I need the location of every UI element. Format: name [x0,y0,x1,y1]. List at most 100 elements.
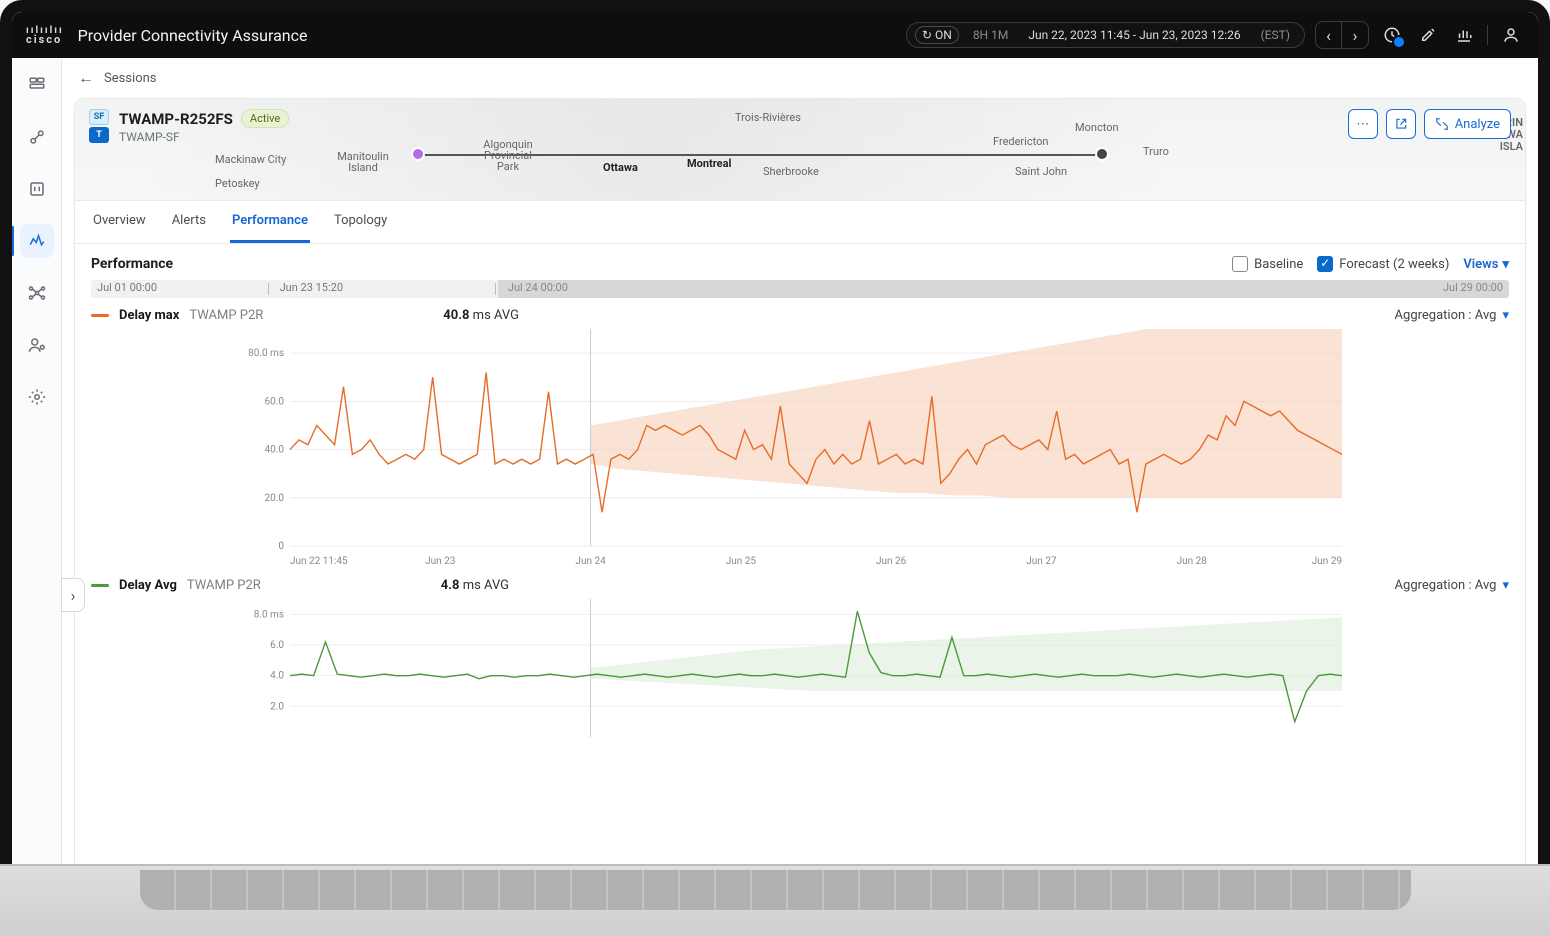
back-icon[interactable]: ← [78,68,94,88]
map-label: Saint John [1015,165,1067,178]
source-icon: SF [89,109,109,125]
svg-text:40.0: 40.0 [265,445,285,456]
session-card: Mackinaw City Manitoulin Island Petoskey… [74,98,1526,912]
analyze-button[interactable]: Analyze [1424,109,1511,139]
svg-text:6.0: 6.0 [270,640,284,651]
nav-link-icon[interactable] [20,120,54,154]
session-title: TWAMP-R252FS [119,110,233,128]
svg-text:Jun 28: Jun 28 [1177,556,1208,567]
chart-svg[interactable]: 2.0 4.0 6.0 8.0 ms [91,593,1509,743]
product-title: Provider Connectivity Assurance [78,26,308,45]
map-label: Trois-Rivières [735,111,801,124]
session-subtitle: TWAMP-SF [119,130,289,144]
svg-text:2.0: 2.0 [270,701,284,712]
svg-text:4.0: 4.0 [270,671,284,682]
map-label: Truro [1143,145,1169,158]
svg-text:20.0: 20.0 [265,493,285,504]
svg-text:Jun 22 11:45: Jun 22 11:45 [290,556,348,567]
range-label: Jun 22, 2023 11:45 - Jun 23, 2023 12:26 [1022,27,1246,43]
tab-overview[interactable]: Overview [91,201,148,243]
map-label: Sherbrooke [763,165,819,178]
ruler-label: Jun 23 15:20 [280,281,343,294]
svg-text:60.0: 60.0 [265,396,285,407]
time-nav-arrows: ‹ › [1315,21,1369,49]
tab-topology[interactable]: Topology [332,201,389,243]
svg-text:8.0 ms: 8.0 ms [254,609,284,620]
map-label: Petoskey [215,177,260,190]
time-ruler[interactable]: Jul 01 00:00 Jun 23 15:20 Jul 24 00:00 J… [91,280,1509,298]
nav-users-icon[interactable] [20,328,54,362]
session-tabs: Overview Alerts Performance Topology [75,201,1525,244]
svg-text:Jun 29: Jun 29 [1312,556,1342,567]
svg-text:Jun 27: Jun 27 [1026,556,1057,567]
session-type-icons: SF T [89,109,109,144]
time-range-picker[interactable]: ↻ ON 8H 1M Jun 22, 2023 11:45 - Jun 23, … [906,22,1305,48]
nav-dashboard-icon[interactable] [20,68,54,102]
clock-status-icon[interactable] [1379,22,1405,48]
map-label: Manitoulin Island [333,151,393,173]
map-label: Moncton [1075,121,1119,134]
tools-icon[interactable] [1415,22,1441,48]
legend-title: Delay max [119,308,179,323]
aggregation-dropdown[interactable]: Aggregation : Avg ▾ [1395,308,1509,323]
nav-device-icon[interactable] [20,172,54,206]
svg-text:80.0 ms: 80.0 ms [248,348,284,359]
sidebar-expander-button[interactable]: › [61,578,85,612]
map-node-source[interactable] [413,149,423,159]
perf-title: Performance [91,256,173,272]
chart-delay-avg: Delay Avg TWAMP P2R 4.8 ms AVG Aggregati… [75,574,1525,743]
forecast-checkbox[interactable]: Forecast (2 weeks) [1317,256,1449,272]
svg-text:Jun 23: Jun 23 [425,556,455,567]
status-badge: Active [241,109,289,128]
card-header-map: Mackinaw City Manitoulin Island Petoskey… [75,99,1525,201]
aggregation-dropdown[interactable]: Aggregation : Avg ▾ [1395,578,1509,593]
chart-svg[interactable]: 0 20.0 40.0 60.0 80.0 ms Jun 22 11:45 Jun 23 Ju… [91,323,1509,568]
chart-avg-stat: 4.8 ms AVG [441,578,509,593]
laptop-keyboard-decoration [0,864,1550,936]
map-label: Mackinaw City [215,153,286,166]
svg-text:0: 0 [278,541,284,552]
breadcrumb-label: Sessions [104,71,157,86]
more-button[interactable]: ⋯ [1348,109,1378,139]
baseline-input[interactable] [1232,256,1248,272]
legend-swatch [91,584,109,587]
nav-performance-icon[interactable] [20,224,54,258]
legend-title: Delay Avg [119,578,177,593]
map-label: Fredericton [993,135,1048,148]
svg-text:Jun 24: Jun 24 [575,556,606,567]
duration-label: 8H 1M [967,27,1015,43]
global-header: ıılıılıı cisco Provider Connectivity Ass… [12,12,1538,58]
time-next-button[interactable]: › [1342,22,1368,48]
nav-settings-icon[interactable] [20,380,54,414]
open-external-button[interactable] [1386,109,1416,139]
ruler-label: Jul 24 00:00 [508,281,568,294]
svg-text:Jun 26: Jun 26 [876,556,907,567]
auto-refresh-toggle[interactable]: ↻ ON [915,26,959,44]
svg-text:Jun 25: Jun 25 [726,556,757,567]
tab-alerts[interactable]: Alerts [170,201,208,243]
baseline-checkbox[interactable]: Baseline [1232,256,1303,272]
nav-topology-icon[interactable] [20,276,54,310]
legend-swatch [91,314,109,317]
target-icon: T [89,127,109,143]
map-node-dest[interactable] [1097,149,1107,159]
user-profile-icon[interactable] [1498,22,1524,48]
time-prev-button[interactable]: ‹ [1316,22,1342,48]
chart-avg-stat: 40.8 ms AVG [443,308,519,323]
legend-sub: TWAMP P2R [189,308,263,323]
legend-sub: TWAMP P2R [187,578,261,593]
perf-toolbar: Performance Baseline Forecast (2 weeks) [75,244,1525,278]
bar-chart-icon[interactable] [1451,22,1477,48]
tab-performance[interactable]: Performance [230,201,310,243]
chart-delay-max: Delay max TWAMP P2R 40.8 ms AVG Aggregat… [75,304,1525,568]
route-map[interactable]: Mackinaw City Manitoulin Island Petoskey… [75,99,1525,200]
map-label: Algonquin Provincial Park [473,139,543,172]
breadcrumb[interactable]: ← Sessions [62,58,1538,98]
map-label: Montreal [687,157,731,170]
views-dropdown[interactable]: Views▾ [1463,257,1509,272]
ruler-label: Jul 01 00:00 [97,281,157,294]
divider [1487,25,1488,45]
tz-label: (EST) [1255,27,1296,43]
ruler-label: Jul 29 00:00 [1443,281,1503,294]
forecast-input[interactable] [1317,256,1333,272]
